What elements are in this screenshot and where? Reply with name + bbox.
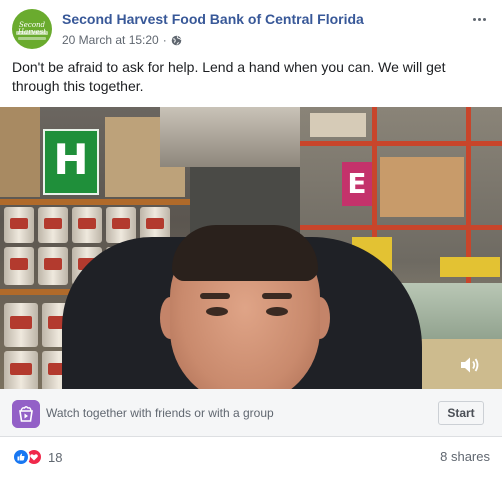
more-options-icon[interactable] — [468, 9, 490, 29]
shares-count-link[interactable]: 8 shares — [440, 449, 490, 464]
avatar-logo-line — [16, 31, 48, 35]
speaker-hair — [172, 225, 318, 281]
speaker-brow — [200, 293, 230, 299]
speaker-brow — [262, 293, 292, 299]
sign-letter: H — [53, 135, 89, 184]
globe-icon[interactable] — [171, 35, 182, 46]
shelf-post — [466, 107, 471, 307]
start-watch-party-button[interactable]: Start — [438, 401, 484, 425]
post-footer: 18 8 shares — [12, 444, 490, 470]
shelf-beam — [300, 225, 502, 230]
more-dot — [477, 17, 481, 21]
reactions-summary[interactable]: 18 — [12, 447, 62, 467]
shelf-boxes — [0, 107, 40, 197]
speaker-eye — [266, 307, 288, 316]
more-dot — [472, 17, 476, 21]
post-timestamp[interactable]: 20 March at 15:20 — [62, 33, 159, 47]
video-player[interactable]: H E — [0, 107, 502, 389]
food-can — [4, 247, 34, 285]
shelf-beam — [300, 141, 502, 146]
post-meta: 20 March at 15:20 · — [62, 33, 182, 47]
post-text: Don't be afraid to ask for help. Lend a … — [12, 59, 446, 94]
more-dot — [482, 17, 486, 21]
like-icon — [12, 448, 30, 466]
page-avatar[interactable]: Second Harvest — [12, 9, 52, 49]
yellow-crates — [440, 257, 500, 277]
watch-party-icon — [12, 400, 40, 428]
shelf-boxes — [380, 157, 464, 217]
food-can — [4, 303, 38, 347]
shelf-beam — [0, 199, 190, 205]
food-can — [106, 207, 136, 243]
post-header: Second Harvest Second Harvest Food Bank … — [12, 9, 490, 51]
food-can — [4, 351, 38, 389]
shelf-boxes — [310, 113, 366, 137]
food-can — [38, 247, 68, 285]
facebook-post: Second Harvest Second Harvest Food Bank … — [0, 0, 502, 478]
volume-icon[interactable] — [458, 353, 482, 377]
avatar-logo-line — [18, 37, 46, 40]
food-can — [4, 207, 34, 243]
food-can — [38, 207, 68, 243]
warehouse-sign: E — [342, 162, 372, 206]
food-can — [72, 207, 102, 243]
watch-together-bar: Watch together with friends or with a gr… — [0, 389, 502, 437]
watch-together-label: Watch together with friends or with a gr… — [46, 406, 274, 420]
reaction-count: 18 — [48, 449, 63, 465]
warehouse-sign: H — [43, 129, 99, 195]
meta-separator: · — [162, 33, 167, 47]
page-name-link[interactable]: Second Harvest Food Bank of Central Flor… — [62, 11, 364, 27]
speaker-eye — [206, 307, 228, 316]
